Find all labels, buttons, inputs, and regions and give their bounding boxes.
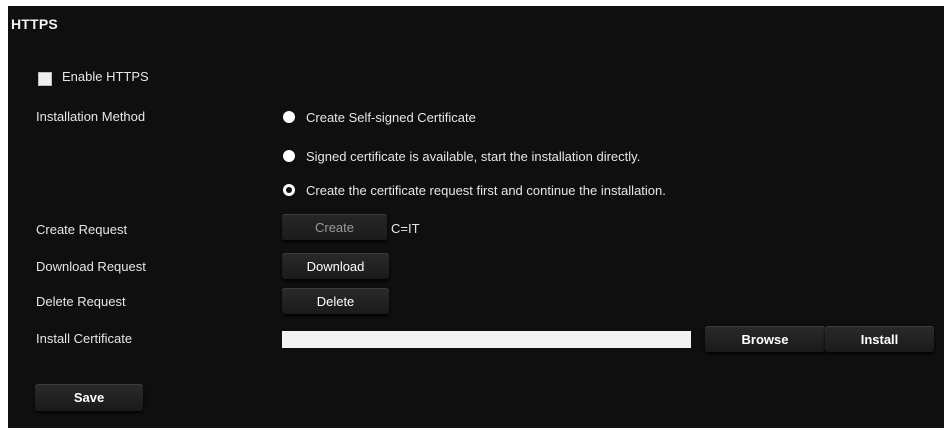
radio-label-self-signed: Create Self-signed Certificate — [306, 109, 476, 125]
create-request-label: Create Request — [36, 222, 128, 237]
certificate-file-input[interactable] — [282, 331, 691, 348]
section-title: HTTPS — [11, 16, 58, 32]
create-button[interactable]: Create — [282, 214, 387, 240]
radio-label-signed-available: Signed certificate is available, start t… — [306, 148, 641, 164]
radio-button-signed-available[interactable] — [283, 150, 295, 162]
delete-request-label: Delete Request — [36, 294, 126, 309]
install-button[interactable]: Install — [825, 326, 934, 352]
https-settings-panel: HTTPS Enable HTTPS Installation Method C… — [8, 6, 944, 428]
radio-option-create-request-first[interactable]: Create the certificate request first and… — [283, 182, 666, 198]
radio-button-self-signed[interactable] — [283, 111, 295, 123]
download-button[interactable]: Download — [282, 253, 389, 279]
delete-button[interactable]: Delete — [282, 288, 389, 314]
save-button[interactable]: Save — [35, 384, 143, 411]
radio-button-create-request-first[interactable] — [283, 184, 295, 196]
installation-method-label: Installation Method — [36, 109, 146, 124]
radio-option-self-signed[interactable]: Create Self-signed Certificate — [283, 109, 476, 125]
enable-https-label: Enable HTTPS — [62, 69, 149, 84]
install-certificate-label: Install Certificate — [36, 331, 133, 346]
create-request-value: C=IT — [391, 221, 420, 236]
radio-option-signed-available[interactable]: Signed certificate is available, start t… — [283, 148, 640, 164]
radio-label-create-request-first: Create the certificate request first and… — [306, 182, 666, 198]
download-request-label: Download Request — [36, 259, 146, 274]
browse-button[interactable]: Browse — [705, 326, 825, 352]
enable-https-checkbox[interactable] — [38, 72, 52, 86]
